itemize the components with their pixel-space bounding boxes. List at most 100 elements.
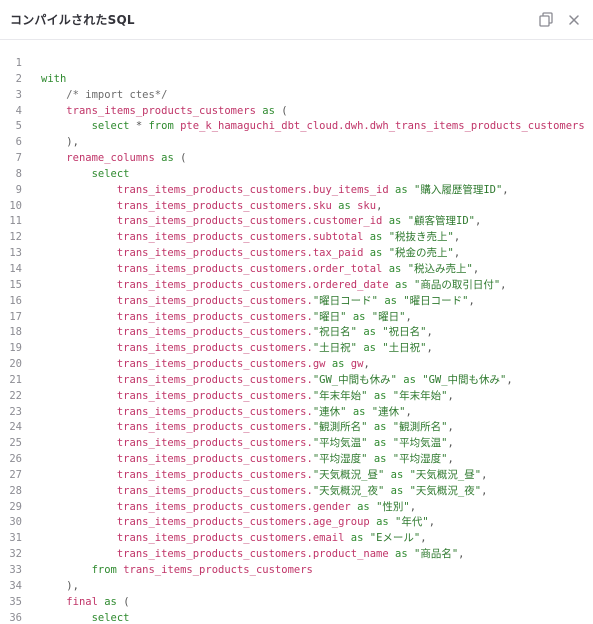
code-token: "GW_中間も休み" [312,373,397,386]
line-number: 4 [15,104,22,117]
code-token: "平均気温" [312,437,368,450]
code-token: trans_items_products_customers.sku [116,199,332,212]
line-number: 8 [15,167,22,180]
line-number: 17 [9,310,22,323]
code-token: as [388,215,402,228]
line-number: 15 [9,278,22,291]
code-line: ), [41,579,585,595]
code-line: trans_items_products_customers.gender as… [41,500,585,516]
code-token: as [104,595,117,608]
code-token: , [447,389,454,402]
code-token: trans_items_products_customers.subtotal [116,231,364,244]
code-token: ( [274,104,288,117]
close-icon[interactable] [565,11,583,29]
code-token: , [405,310,412,323]
code-token: trans_items_products_customers.product_n… [116,548,389,561]
line-number: 2 [15,72,22,85]
code-token: "GW_中間も休み" [422,373,507,386]
line-number: 23 [9,405,22,418]
code-line: trans_items_products_customers.buy_items… [41,183,585,199]
code-token: , [453,231,461,244]
line-number: 26 [9,453,22,466]
code-line: from trans_items_products_customers [41,563,585,579]
code-token: as [373,453,387,466]
code-line: trans_items_products_customers.order_tot… [41,262,585,278]
line-number: 32 [9,548,22,561]
code-line: trans_items_products_customers."連休" as "… [41,405,585,421]
code-token: , [481,468,488,481]
code-token: , [447,453,454,466]
line-number: 9 [15,183,22,196]
code-token: , [453,247,461,260]
code-token: from [91,564,117,576]
code-token: "祝日名" [382,326,427,339]
code-token: rename_columns [66,152,155,165]
code-token: , [468,294,475,307]
code-line: select [41,167,585,183]
code-token: "観測所名" [392,421,448,434]
code-line: trans_items_products_customers."天気概況_昼" … [41,468,585,484]
code-token: /* import ctes*/ [66,88,168,101]
compiled-sql-panel: コンパイルされたSQL 1 2 3 4 5 6 7 8 9 10 11 12 13 14 15 16 17 18 1… [0,0,593,624]
line-number: 18 [9,326,22,339]
code-token: , [409,500,417,513]
code-token: "商品名" [414,548,459,561]
code-viewer[interactable]: 1 2 3 4 5 6 7 8 9 10 11 12 13 14 15 16 17 18 19 20 21 22 23 24 2… [0,56,593,624]
line-number: 19 [9,342,22,355]
code-token: ( [173,152,187,165]
code-token: trans_items_products_customers.buy_items… [116,183,389,196]
line-number: 27 [9,468,22,481]
line-number: 6 [15,136,22,149]
copy-icon[interactable] [537,11,555,29]
code-token: , [474,215,482,228]
code-token: final [66,595,98,608]
code-token: "年末年始" [392,389,448,402]
code-token: as [376,516,389,529]
code-token: "年代" [395,516,429,529]
code-token: , [363,358,370,371]
code-line: trans_items_products_customers.age_group… [41,515,585,531]
code-token: as [369,247,383,260]
code-token: trans_items_products_customers [66,104,256,117]
code-token: trans_items_products_customers [123,564,313,576]
code-token: trans_items_products_customers. [116,342,313,355]
code-line: trans_items_products_customers."祝日名" as … [41,325,585,341]
code-token: select [91,611,130,624]
code-token: as [395,278,408,291]
code-token: "祝日名" [312,326,357,339]
line-number: 3 [15,88,22,101]
code-token: trans_items_products_customers. [116,421,313,434]
code-line: select * from pte_k_hamaguchi_dbt_cloud.… [41,119,585,135]
code-token: as [331,358,345,371]
code-token: trans_items_products_customers.gw [116,358,326,371]
code-token: "税抜き売上" [388,231,454,244]
code-token: as [363,342,376,355]
code-token: "連休" [312,405,347,418]
code-token: as [352,310,366,323]
code-token: select [91,120,130,133]
code-token: trans_items_products_customers.email [116,532,345,545]
code-token: "年末年始" [312,389,368,402]
code-token: "天気概況_昼" [409,468,482,481]
code-token: as [395,183,408,196]
code-token: trans_items_products_customers. [116,373,313,386]
code-token: trans_items_products_customers. [116,453,313,466]
code-line: trans_items_products_customers."曜日" as "… [41,310,585,326]
code-line: trans_items_products_customers."年末年始" as… [41,389,585,405]
code-line: trans_items_products_customers.product_n… [41,547,585,563]
code-line: trans_items_products_customers.ordered_d… [41,278,585,294]
code-token: "顧客管理ID" [407,215,475,228]
code-line: trans_items_products_customers.subtotal … [41,230,585,246]
code-token: as [357,500,370,513]
code-token: trans_items_products_customers.ordered_d… [116,278,389,291]
panel-title: コンパイルされたSQL [10,13,135,27]
